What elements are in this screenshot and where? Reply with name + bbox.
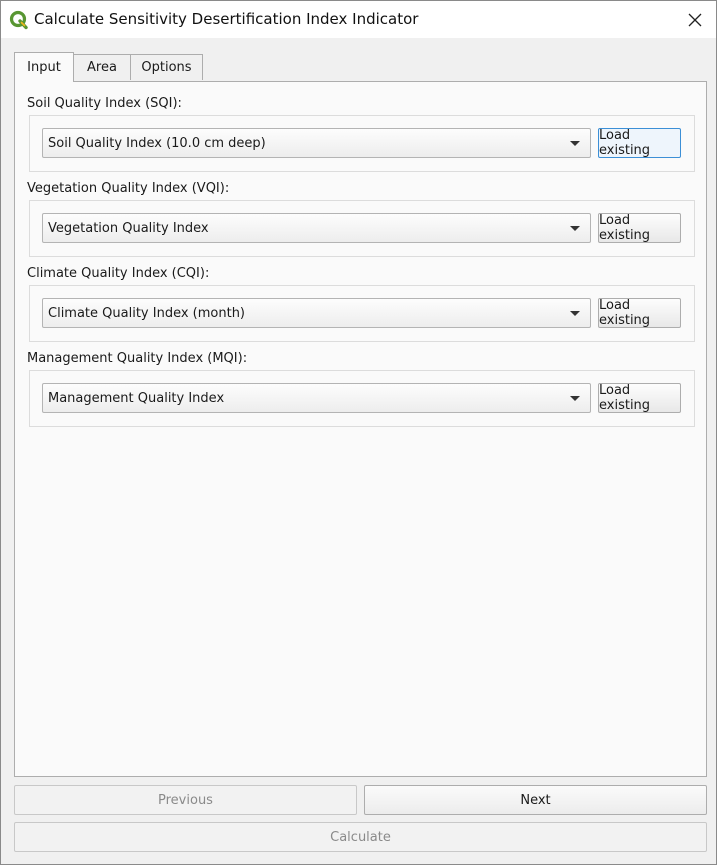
next-button[interactable]: Next [364,785,707,815]
sqi-group: Soil Quality Index (10.0 cm deep) Load e… [29,115,695,172]
mqi-select[interactable]: Management Quality Index [42,383,591,413]
input-tab-panel: Soil Quality Index (SQI): Soil Quality I… [14,81,707,777]
vqi-label: Vegetation Quality Index (VQI): [27,181,230,196]
cqi-load-existing-label: Load existing [599,298,651,328]
vqi-group: Vegetation Quality Index Load existing [29,200,695,257]
previous-button[interactable]: Previous [14,785,357,815]
chevron-down-icon [570,396,580,401]
vqi-selected-value: Vegetation Quality Index [48,221,209,236]
sqi-selected-value: Soil Quality Index (10.0 cm deep) [48,136,266,151]
title-bar: Calculate Sensitivity Desertification In… [1,1,716,38]
qgis-logo-icon [9,10,29,30]
chevron-down-icon [570,226,580,231]
cqi-select[interactable]: Climate Quality Index (month) [42,298,591,328]
window-title: Calculate Sensitivity Desertification In… [34,10,419,28]
vqi-select[interactable]: Vegetation Quality Index [42,213,591,243]
sqi-load-existing-button[interactable]: Load existing [598,128,681,158]
mqi-group: Management Quality Index Load existing [29,370,695,427]
tab-input-label: Input [27,60,61,75]
dialog-window: Calculate Sensitivity Desertification In… [0,0,717,865]
tab-input[interactable]: Input [14,52,74,82]
cqi-selected-value: Climate Quality Index (month) [48,306,245,321]
sqi-label: Soil Quality Index (SQI): [27,96,182,111]
cqi-label: Climate Quality Index (CQI): [27,266,210,281]
mqi-selected-value: Management Quality Index [48,391,225,406]
vqi-load-existing-button[interactable]: Load existing [598,213,681,243]
chevron-down-icon [570,311,580,316]
chevron-down-icon [570,141,580,146]
sqi-select[interactable]: Soil Quality Index (10.0 cm deep) [42,128,591,158]
vqi-load-existing-label: Load existing [599,213,651,243]
tab-options[interactable]: Options [130,54,203,80]
tab-area[interactable]: Area [73,54,131,80]
mqi-label: Management Quality Index (MQI): [27,351,248,366]
mqi-load-existing-label: Load existing [599,383,651,413]
calculate-button-label: Calculate [330,829,391,845]
tab-area-label: Area [87,60,117,75]
cqi-group: Climate Quality Index (month) Load exist… [29,285,695,342]
sqi-load-existing-label: Load existing [599,128,651,158]
mqi-load-existing-button[interactable]: Load existing [598,383,681,413]
calculate-button[interactable]: Calculate [14,822,707,852]
close-button[interactable] [682,7,708,33]
next-button-label: Next [520,792,551,808]
previous-button-label: Previous [158,792,213,808]
tab-options-label: Options [141,60,192,75]
cqi-load-existing-button[interactable]: Load existing [598,298,681,328]
close-icon [688,13,702,27]
